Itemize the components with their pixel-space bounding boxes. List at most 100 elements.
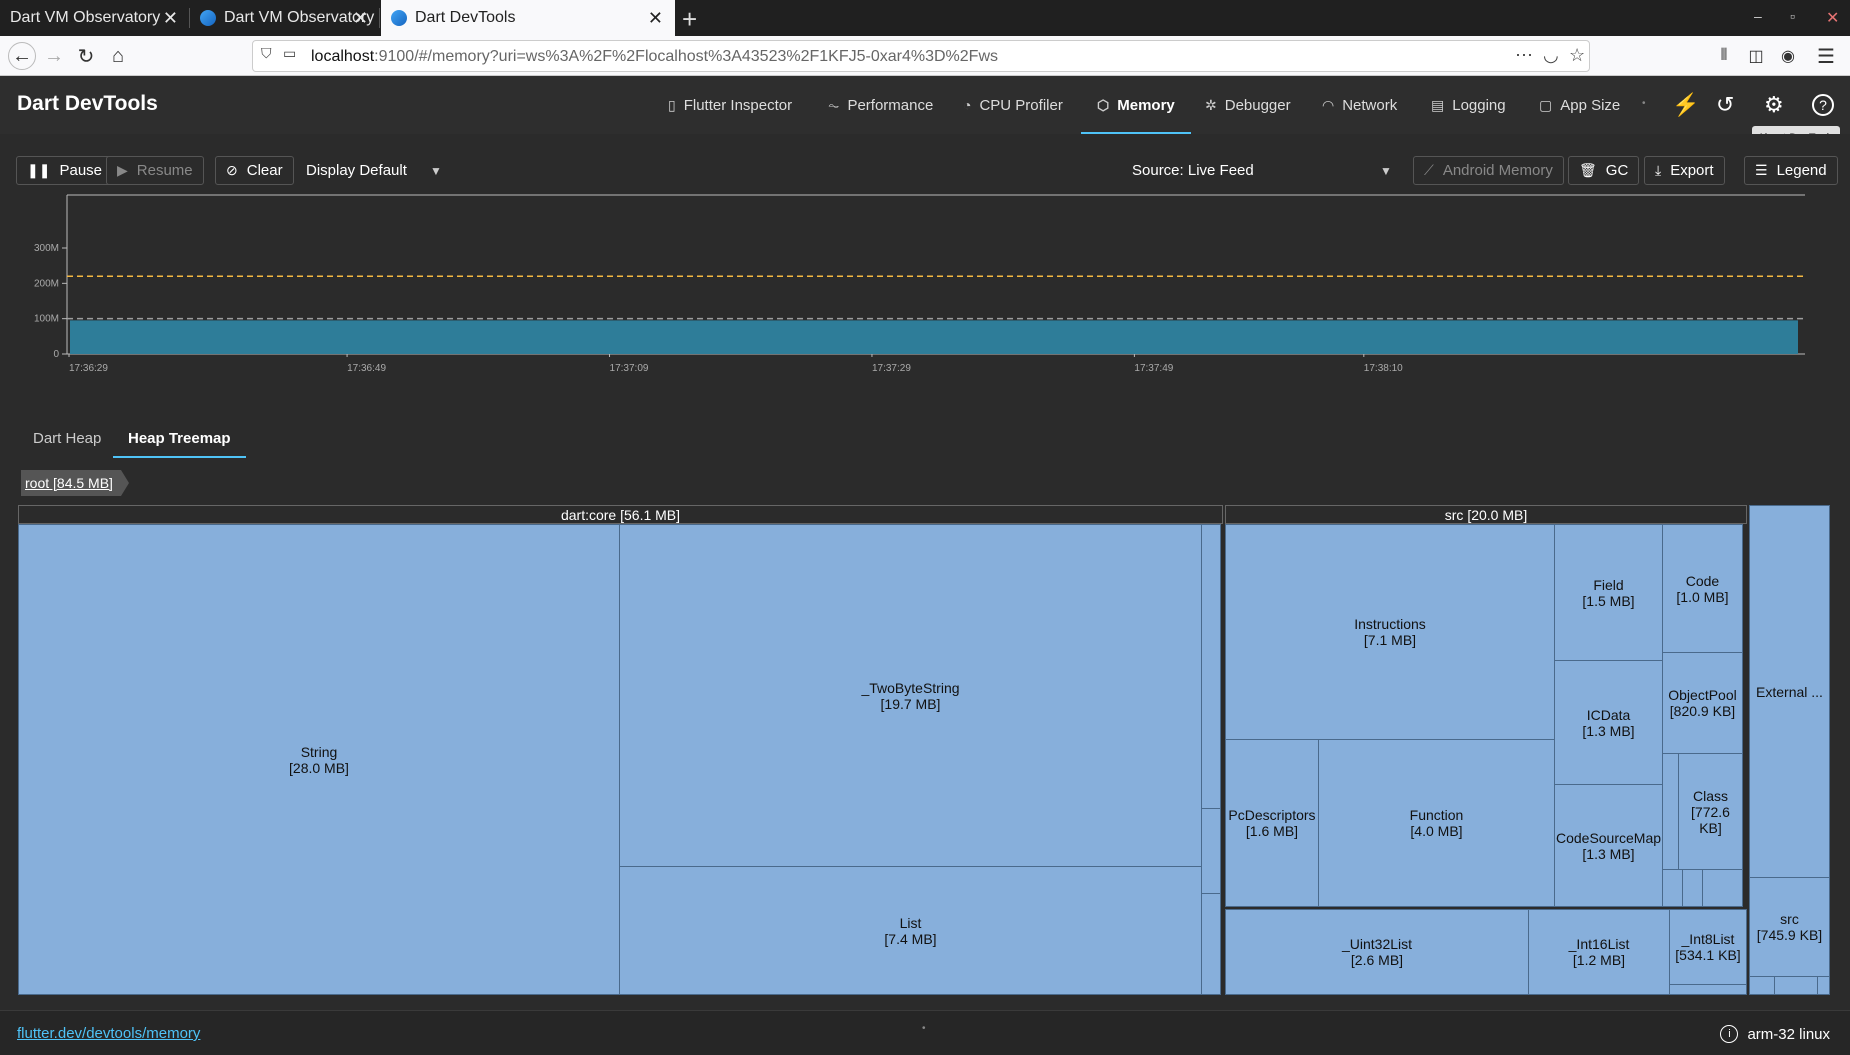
display-dropdown[interactable]: Display Default ▼ bbox=[306, 156, 446, 185]
minimize-icon[interactable]: – bbox=[1754, 8, 1762, 24]
treemap-breadcrumb[interactable]: root [84.5 MB] bbox=[21, 470, 129, 496]
source-dropdown[interactable]: Source: Live Feed ▼ bbox=[1132, 156, 1392, 185]
wifi-icon: ◠ bbox=[1322, 96, 1335, 113]
caret-down-icon: ▼ bbox=[430, 163, 442, 178]
treemap-cell[interactable]: String [28.0 MB] bbox=[18, 524, 620, 995]
dart-logo-icon bbox=[200, 10, 216, 26]
bug-icon: ✲ bbox=[1205, 96, 1217, 113]
tab-performance[interactable]: ⏦ Performance bbox=[828, 76, 933, 134]
pause-icon: ❚❚ bbox=[27, 162, 51, 178]
tab-cpu-profiler[interactable]: ◔ CPU Profiler bbox=[963, 76, 1063, 134]
treemap-cell[interactable] bbox=[1201, 893, 1221, 995]
treemap-cell[interactable]: Function [4.0 MB] bbox=[1318, 739, 1555, 907]
url-bar[interactable]: ⛉ ▭ localhost:9100/#/memory?uri=ws%3A%2F… bbox=[252, 40, 1590, 72]
treemap-cell[interactable]: Class [772.6 KB] bbox=[1678, 753, 1743, 870]
treemap-cell[interactable]: Code [1.0 MB] bbox=[1662, 524, 1743, 653]
treemap-cell[interactable]: Field [1.5 MB] bbox=[1554, 524, 1663, 661]
treemap-cell[interactable]: Instructions [7.1 MB] bbox=[1225, 524, 1555, 740]
treemap-group-dart-core[interactable]: dart:core [56.1 MB] bbox=[18, 505, 1223, 524]
info-icon: i bbox=[1720, 1025, 1739, 1043]
sidebar-icon[interactable]: ◫ bbox=[1742, 42, 1770, 70]
pause-button[interactable]: ❚❚ Pause bbox=[16, 156, 114, 185]
pocket-icon[interactable]: ◡ bbox=[1543, 45, 1559, 66]
x-tick-label: 17:37:29 bbox=[872, 363, 911, 374]
new-tab-icon[interactable]: + bbox=[682, 4, 697, 35]
button-label: Legend bbox=[1776, 162, 1827, 179]
treemap-cell[interactable]: ObjectPool [820.9 KB] bbox=[1662, 652, 1743, 754]
history-icon[interactable]: ↺ bbox=[1716, 92, 1734, 118]
tab-debugger[interactable]: ✲ Debugger bbox=[1205, 76, 1291, 134]
x-tick-label: 17:37:09 bbox=[610, 363, 649, 374]
treemap-cell[interactable]: _Uint32List [2.6 MB] bbox=[1225, 909, 1529, 995]
memory-icon: ⬡ bbox=[1097, 96, 1110, 113]
group-label: dart:core [56.1 MB] bbox=[560, 506, 681, 523]
tab-app-size[interactable]: ▢ App Size bbox=[1539, 76, 1620, 134]
tab-dart-heap[interactable]: Dart Heap bbox=[33, 418, 101, 458]
treemap-cell[interactable]: External ... bbox=[1749, 505, 1830, 878]
home-icon[interactable]: ⌂ bbox=[104, 42, 132, 70]
treemap-cell[interactable] bbox=[1749, 976, 1775, 995]
speedometer-icon: ◔ bbox=[963, 97, 972, 113]
account-icon[interactable]: ◉ bbox=[1774, 42, 1802, 70]
treemap-cell[interactable] bbox=[1774, 976, 1818, 995]
tab-logging[interactable]: ▤ Logging bbox=[1431, 76, 1506, 134]
gear-icon[interactable]: ⚙ bbox=[1764, 92, 1784, 118]
treemap-cell[interactable]: List [7.4 MB] bbox=[619, 866, 1202, 995]
treemap-cell[interactable] bbox=[1702, 869, 1743, 907]
treemap-cell[interactable] bbox=[1201, 808, 1221, 894]
treemap-cell[interactable] bbox=[1662, 753, 1679, 870]
tab-network[interactable]: ◠ Network bbox=[1322, 76, 1397, 134]
restore-icon[interactable]: ▫ bbox=[1790, 8, 1795, 24]
browser-tab-devtools[interactable]: Dart DevTools ✕ bbox=[381, 0, 675, 36]
back-icon[interactable]: ← bbox=[8, 42, 36, 70]
dart-logo-icon bbox=[391, 10, 407, 26]
tab-heap-treemap[interactable]: Heap Treemap bbox=[113, 418, 246, 458]
treemap-cell[interactable] bbox=[1201, 524, 1221, 809]
library-icon[interactable]: ⫴ bbox=[1710, 42, 1738, 70]
browser-tab-observatory-1[interactable]: Dart VM Observatory ✕ bbox=[0, 0, 190, 36]
android-memory-button[interactable]: ⟋ Android Memory bbox=[1413, 156, 1564, 185]
memory-chart[interactable]: 300M 200M 100M 0 17:36:29 17:36:49 17:37:09 17:… bbox=[20, 190, 1820, 380]
treemap-cell[interactable] bbox=[1669, 984, 1747, 995]
treemap-group-src[interactable]: src [20.0 MB] bbox=[1225, 505, 1747, 524]
resume-button[interactable]: ▶ Resume bbox=[106, 156, 204, 185]
button-label: Export bbox=[1670, 162, 1714, 179]
lightning-icon[interactable]: ⚡ bbox=[1672, 92, 1699, 118]
close-icon[interactable]: ✕ bbox=[648, 8, 663, 29]
treemap-cell[interactable]: _Int16List [1.2 MB] bbox=[1528, 909, 1670, 995]
close-icon[interactable]: ✕ bbox=[353, 8, 368, 29]
tab-memory[interactable]: ⬡ Memory bbox=[1081, 76, 1191, 134]
tab-label: App Size bbox=[1560, 96, 1621, 114]
clear-button[interactable]: ⊘ Clear bbox=[215, 156, 294, 185]
page-info-icon[interactable]: ▭ bbox=[283, 45, 296, 62]
reload-icon[interactable]: ↻ bbox=[72, 42, 100, 70]
menu-icon[interactable]: ☰ bbox=[1812, 42, 1840, 70]
more-icon[interactable]: ⋯ bbox=[1515, 45, 1533, 66]
treemap-cell[interactable] bbox=[1817, 976, 1830, 995]
treemap-cell[interactable]: CodeSourceMap [1.3 MB] bbox=[1554, 784, 1663, 907]
treemap-cell[interactable]: _TwoByteString [19.7 MB] bbox=[619, 524, 1202, 867]
heap-treemap: dart:core [56.1 MB] src [20.0 MB] String… bbox=[18, 505, 1832, 995]
bookmark-star-icon[interactable]: ☆ bbox=[1569, 45, 1585, 66]
docs-link[interactable]: flutter.dev/devtools/memory bbox=[17, 1025, 200, 1042]
button-label: Android Memory bbox=[1442, 162, 1553, 179]
platform-label: arm-32 linux bbox=[1747, 1025, 1830, 1043]
treemap-cell[interactable] bbox=[1682, 869, 1703, 907]
close-icon[interactable]: ✕ bbox=[163, 8, 178, 29]
window-close-icon[interactable]: ✕ bbox=[1826, 8, 1839, 28]
forward-icon[interactable]: → bbox=[40, 42, 68, 70]
help-icon[interactable]: ? bbox=[1812, 94, 1834, 116]
treemap-cell[interactable]: src [745.9 KB] bbox=[1749, 877, 1830, 977]
treemap-cell[interactable] bbox=[1662, 869, 1683, 907]
export-button[interactable]: ⤓ Export bbox=[1644, 156, 1725, 185]
gc-button[interactable]: 🗑 GC bbox=[1568, 156, 1640, 185]
browser-tab-observatory-2[interactable]: Dart VM Observatory ✕ bbox=[190, 0, 380, 36]
shield-icon[interactable]: ⛉ bbox=[261, 45, 272, 62]
pulse-icon: ⏦ bbox=[828, 96, 840, 113]
treemap-cell[interactable]: _Int8List [534.1 KB] bbox=[1669, 909, 1747, 985]
treemap-cell[interactable]: ICData [1.3 MB] bbox=[1554, 660, 1663, 785]
legend-button[interactable]: ☰ Legend bbox=[1744, 156, 1838, 185]
tab-label: Performance bbox=[847, 96, 934, 114]
tab-flutter-inspector[interactable]: ▯ Flutter Inspector bbox=[668, 76, 792, 134]
treemap-cell[interactable]: PcDescriptors [1.6 MB] bbox=[1225, 739, 1319, 907]
